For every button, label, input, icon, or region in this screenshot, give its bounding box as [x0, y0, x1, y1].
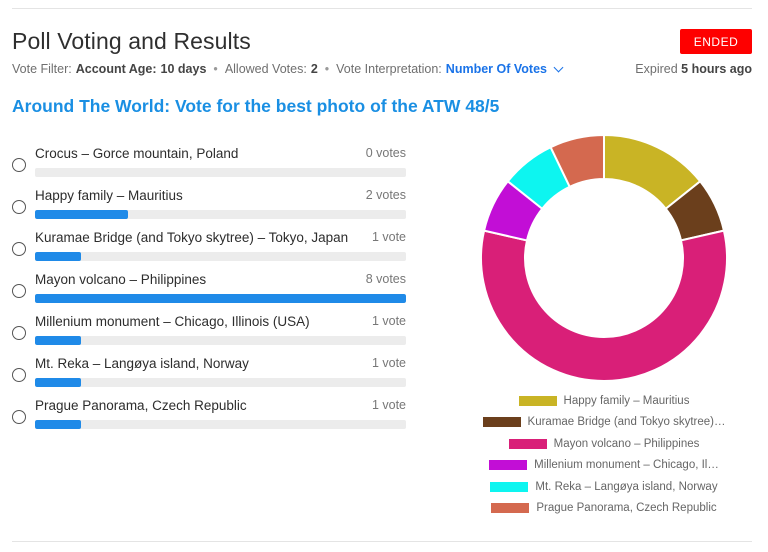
expiry-info: Expired 5 hours ago [635, 62, 752, 76]
option-label: Happy family – Mauritius [35, 188, 183, 203]
legend-item[interactable]: Mt. Reka – Langøya island, Norway [470, 476, 738, 498]
legend-swatch [518, 395, 557, 406]
poll-option[interactable]: Crocus – Gorce mountain, Poland 0 votes [12, 146, 406, 180]
vote-filter-label: Vote Filter: [12, 62, 72, 76]
poll-meta: Vote Filter: Account Age: 10 days • Allo… [12, 62, 564, 76]
chevron-down-icon [553, 62, 564, 73]
poll-option[interactable]: Mt. Reka – Langøya island, Norway 1 vote [12, 356, 406, 390]
option-vote-count: 0 votes [365, 146, 406, 160]
option-label: Mt. Reka – Langøya island, Norway [35, 356, 249, 371]
option-label: Kuramae Bridge (and Tokyo skytree) – Tok… [35, 230, 349, 245]
legend-label: Kuramae Bridge (and Tokyo skytree)… [527, 416, 726, 429]
vote-bar-track [35, 252, 406, 261]
page-title: Poll Voting and Results [12, 28, 251, 54]
radio-button[interactable] [12, 326, 26, 340]
allowed-votes-value: 2 [310, 62, 318, 76]
vote-interpretation-dropdown[interactable]: Number Of Votes [445, 62, 564, 76]
legend-swatch [508, 438, 547, 449]
vote-bar-fill [35, 210, 128, 219]
option-label: Crocus – Gorce mountain, Poland [35, 146, 239, 161]
legend-item[interactable]: Kuramae Bridge (and Tokyo skytree)… [470, 412, 738, 434]
legend-item[interactable]: Mayon volcano – Philippines [470, 433, 738, 455]
vote-bar-track [35, 294, 406, 303]
poll-question: Around The World: Vote for the best phot… [12, 96, 500, 116]
option-vote-count: 1 vote [371, 356, 406, 370]
legend-swatch [491, 503, 530, 514]
radio-button[interactable] [12, 200, 26, 214]
poll-option[interactable]: Prague Panorama, Czech Republic 1 vote [12, 398, 406, 432]
vote-bar-fill [35, 420, 82, 429]
vote-bar-fill [35, 252, 82, 261]
legend-label: Millenium monument – Chicago, Il… [534, 459, 719, 472]
meta-separator: • [213, 62, 218, 76]
option-vote-count: 1 vote [371, 230, 406, 244]
vote-interpretation-label: Vote Interpretation: [336, 62, 442, 76]
meta-separator: • [324, 62, 330, 76]
allowed-votes-label: Allowed Votes: [224, 62, 307, 76]
radio-button[interactable] [12, 368, 26, 382]
poll-option[interactable]: Happy family – Mauritius 2 votes [12, 188, 406, 222]
legend-swatch [489, 460, 528, 471]
legend-item[interactable]: Millenium monument – Chicago, Il… [470, 455, 738, 477]
vote-interpretation-value: Number Of Votes [445, 62, 547, 76]
option-vote-count: 1 vote [371, 314, 406, 328]
expired-label: Expired [635, 62, 678, 76]
option-vote-count: 1 vote [371, 398, 406, 412]
vote-bar-fill [35, 294, 406, 303]
chart-legend: Happy family – Mauritius Kuramae Bridge (… [470, 390, 738, 519]
vote-bar-fill [35, 336, 82, 345]
legend-label: Happy family – Mauritius [563, 394, 690, 407]
poll-option[interactable]: Mayon volcano – Philippines 8 votes [12, 272, 406, 306]
option-label: Millenium monument – Chicago, Illinois (… [35, 314, 310, 329]
vote-bar-fill [35, 378, 82, 387]
account-age-label: Account Age: [75, 62, 157, 76]
option-label: Prague Panorama, Czech Republic [35, 398, 247, 413]
status-badge: ENDED [680, 29, 752, 54]
legend-label: Mayon volcano – Philippines [553, 437, 700, 450]
radio-button[interactable] [12, 410, 26, 424]
poll-option[interactable]: Millenium monument – Chicago, Illinois (… [12, 314, 406, 348]
legend-swatch [482, 417, 521, 428]
option-vote-count: 8 votes [365, 272, 406, 286]
vote-bar-track [35, 420, 406, 429]
legend-item[interactable]: Prague Panorama, Czech Republic [470, 498, 738, 520]
chart-slice [480, 229, 728, 382]
poll-option[interactable]: Kuramae Bridge (and Tokyo skytree) – Tok… [12, 230, 406, 264]
vote-bar-track [35, 210, 406, 219]
vote-bar-track [35, 168, 406, 177]
legend-label: Mt. Reka – Langøya island, Norway [535, 480, 718, 493]
radio-button[interactable] [12, 242, 26, 256]
vote-bar-track [35, 378, 406, 387]
radio-button[interactable] [12, 284, 26, 298]
radio-button[interactable] [12, 158, 26, 172]
bottom-divider [12, 541, 752, 542]
results-donut-chart [480, 133, 728, 382]
option-label: Mayon volcano – Philippines [35, 272, 207, 287]
option-vote-count: 2 votes [365, 188, 406, 202]
legend-item[interactable]: Happy family – Mauritius [470, 390, 738, 412]
expired-value: 5 hours ago [681, 62, 752, 76]
vote-bar-track [35, 336, 406, 345]
legend-label: Prague Panorama, Czech Republic [536, 502, 717, 515]
legend-swatch [490, 481, 529, 492]
top-divider [12, 8, 752, 9]
account-age-value: 10 days [160, 62, 207, 76]
